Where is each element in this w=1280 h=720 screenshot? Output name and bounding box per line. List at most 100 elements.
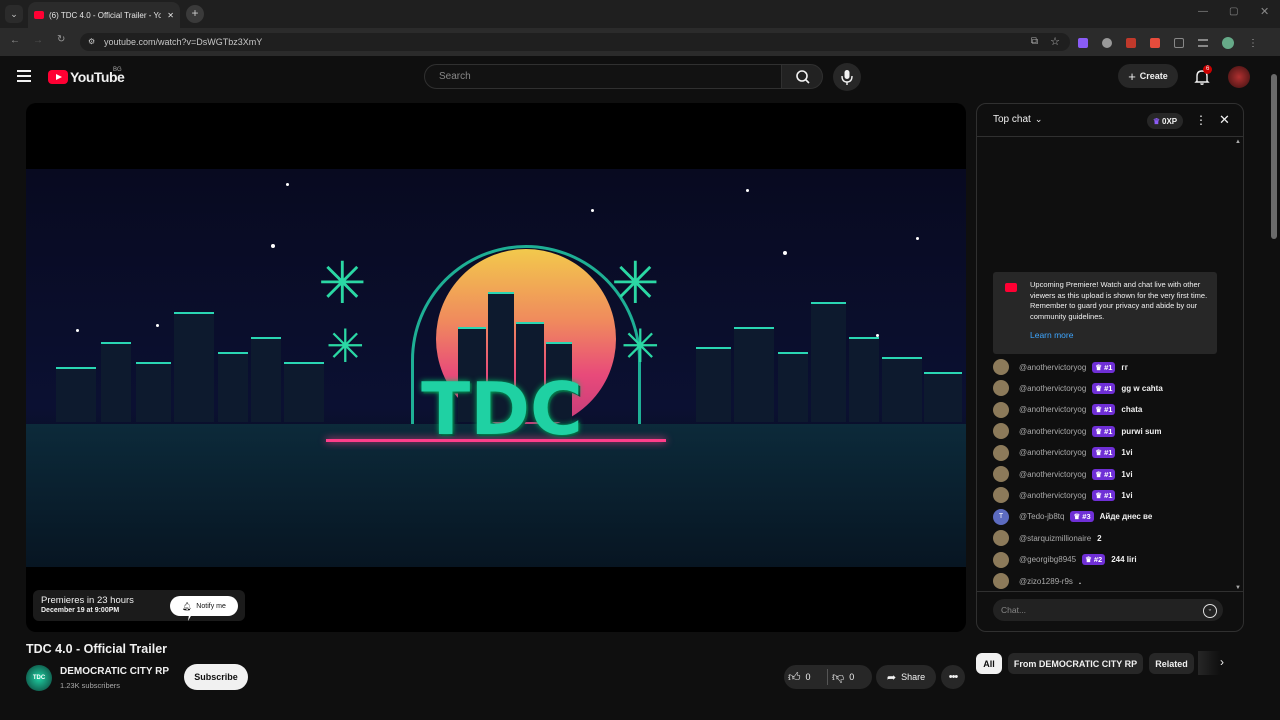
xp-label: 0XP (1162, 116, 1178, 126)
address-bar[interactable]: ⚙ youtube.com/watch?v=DsWGTbz3XmY ⧉ ☆ (80, 33, 1070, 51)
palm-tree-decoration: ✳ (611, 251, 660, 316)
chat-message[interactable]: T @Tedo-jb8tq ♛ #3 Айде днес ве (993, 508, 1233, 526)
learn-more-link[interactable]: Learn more (1030, 330, 1073, 341)
close-window-button[interactable]: ✕ (1260, 5, 1269, 18)
search-input[interactable]: Search (424, 64, 782, 89)
close-chat-icon[interactable]: ✕ (1219, 112, 1230, 128)
reading-list-icon[interactable] (1198, 39, 1208, 47)
calendar-extension-icon[interactable] (1126, 38, 1136, 48)
chat-input-placeholder: Chat... (1001, 605, 1027, 615)
chat-author-name[interactable]: @georgibg8945 (1019, 555, 1076, 564)
crown-icon: ♛ (1095, 426, 1105, 436)
browser-tab[interactable]: (6) TDC 4.0 - Official Trailer - Yo ✕ (28, 2, 180, 28)
share-button[interactable]: ➦ Share (876, 665, 936, 689)
voice-search-button[interactable] (833, 63, 861, 91)
back-icon[interactable]: ← (10, 35, 20, 46)
video-player[interactable]: ✳ ✳ ✳ ✳ TDC (26, 103, 966, 632)
site-info-icon[interactable]: ⚙ (88, 37, 95, 46)
youtube-logo-icon[interactable] (48, 70, 68, 84)
chat-author-name[interactable]: @anothervictoryog (1019, 491, 1086, 500)
member-rank-badge: ♛ #3 (1070, 511, 1094, 523)
chat-message[interactable]: @zizo1289-r9s. (993, 572, 1233, 590)
chat-author-avatar[interactable] (993, 380, 1009, 397)
chat-author-name[interactable]: @anothervictoryog (1019, 384, 1086, 393)
chat-author-name[interactable]: @Tedo-jb8tq (1019, 512, 1064, 521)
chevron-down-icon: ⌄ (1034, 114, 1043, 124)
chips-next-icon[interactable]: › (1220, 655, 1224, 669)
chat-author-name[interactable]: @zizo1289-r9s (1019, 577, 1073, 586)
chat-author-avatar[interactable] (993, 359, 1009, 375)
page-scrollbar-thumb[interactable] (1271, 74, 1277, 239)
chip-from-channel[interactable]: From DEMOCRATIC CITY RP (1008, 653, 1143, 674)
pen-extension-icon[interactable] (1078, 38, 1088, 48)
new-tab-button[interactable]: + (186, 5, 204, 23)
chat-author-name[interactable]: @anothervictoryog (1019, 448, 1086, 457)
chat-message[interactable]: @anothervictoryog ♛ #1 chata (993, 401, 1233, 419)
chat-author-name[interactable]: @starquizmillionaire (1019, 534, 1091, 543)
browser-tab-bar: ⌄ (6) TDC 4.0 - Official Trailer - Yo ✕ … (0, 0, 1280, 28)
profile-icon[interactable] (1222, 37, 1234, 49)
chat-message[interactable]: @georgibg8945 ♛ #2 244 liri (993, 551, 1233, 569)
like-button[interactable]: 👍︎ 0 (788, 668, 828, 686)
account-avatar[interactable] (1228, 66, 1250, 88)
chat-author-name[interactable]: @anothervictoryog (1019, 363, 1086, 372)
notifications-button[interactable]: 6 (1192, 65, 1213, 87)
forward-icon[interactable]: → (33, 35, 43, 46)
chip-related[interactable]: Related (1149, 653, 1194, 674)
guide-menu-icon[interactable] (17, 70, 31, 82)
chat-author-avatar[interactable] (993, 530, 1009, 547)
skyline-building (734, 327, 774, 422)
extension-icon[interactable] (1102, 38, 1112, 48)
notify-me-button[interactable]: 🔔︎ Notify me (170, 596, 238, 616)
chat-author-avatar[interactable] (993, 444, 1009, 461)
chat-message[interactable]: @anothervictoryog ♛ #1 gg w cahta (993, 379, 1233, 397)
chat-more-options-icon[interactable]: ⋮ (1195, 113, 1207, 127)
red-extension-icon[interactable] (1150, 38, 1160, 48)
chat-message[interactable]: @anothervictoryog ♛ #1 purwi sum (993, 422, 1233, 440)
chat-scrollbar[interactable]: ▲ ▼ (1235, 139, 1241, 591)
chat-author-avatar[interactable] (993, 466, 1009, 482)
chat-message[interactable]: @anothervictoryog ♛ #1 1vi (993, 465, 1233, 483)
minimize-window-button[interactable]: — (1198, 6, 1208, 17)
browser-menu-icon[interactable]: ⋮ (1248, 38, 1258, 49)
channel-name[interactable]: DEMOCRATIC CITY RP (60, 666, 169, 677)
chat-mode-dropdown[interactable]: Top chat ⌄ (993, 114, 1042, 125)
chat-author-avatar[interactable] (993, 401, 1009, 418)
chat-author-avatar[interactable] (993, 573, 1009, 589)
chat-message[interactable]: @anothervictoryog ♛ #1 1vi (993, 444, 1233, 462)
chat-author-avatar[interactable] (993, 487, 1009, 504)
like-count: 0 (805, 672, 811, 682)
search-button[interactable] (781, 64, 823, 89)
chat-message[interactable]: @starquizmillionaire 2 (993, 529, 1233, 547)
chat-author-name[interactable]: @anothervictoryog (1019, 470, 1086, 479)
chat-author-name[interactable]: @anothervictoryog (1019, 405, 1086, 414)
chip-all[interactable]: All (976, 653, 1002, 674)
chat-author-avatar[interactable] (993, 423, 1009, 440)
like-dislike-divider (827, 669, 828, 685)
install-app-icon[interactable]: ⧉ (1031, 36, 1038, 47)
more-actions-button[interactable]: ••• (941, 665, 965, 689)
skyline-building (136, 362, 171, 422)
emoji-icon[interactable]: ᵕ (1203, 604, 1217, 618)
chat-input[interactable]: Chat... (993, 599, 1223, 621)
chat-message-text: . (1078, 576, 1082, 586)
chat-message[interactable]: @anothervictoryog ♛ #1 1vi (993, 486, 1233, 504)
subscribe-button[interactable]: Subscribe (184, 664, 248, 690)
reload-icon[interactable]: ↻ (57, 34, 65, 45)
close-tab-icon[interactable]: ✕ (167, 11, 174, 20)
xp-badge[interactable]: ♛ 0XP (1147, 113, 1183, 129)
bookmark-star-icon[interactable]: ☆ (1050, 35, 1060, 48)
dislike-count: 0 (849, 672, 855, 682)
dislike-button[interactable]: 👎︎ 0 (832, 668, 870, 686)
page-scrollbar[interactable] (1271, 64, 1277, 694)
star-decoration (746, 189, 749, 192)
create-button[interactable]: + Create (1118, 64, 1178, 88)
tab-list-button[interactable]: ⌄ (5, 5, 23, 23)
maximize-window-button[interactable]: ▢ (1229, 6, 1238, 17)
chat-message[interactable]: @anothervictoryog ♛ #1 гг (993, 358, 1233, 376)
channel-avatar[interactable]: TDC (26, 665, 52, 691)
chat-author-avatar[interactable]: T (993, 508, 1009, 525)
chat-author-name[interactable]: @anothervictoryog (1019, 427, 1086, 436)
chat-author-avatar[interactable] (993, 551, 1009, 568)
puzzle-extensions-icon[interactable] (1174, 38, 1184, 48)
